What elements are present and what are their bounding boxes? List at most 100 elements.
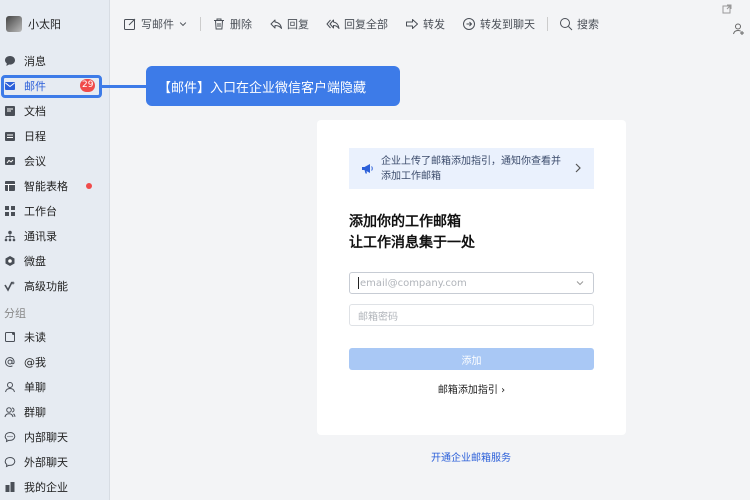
drive-icon	[4, 255, 16, 267]
meeting-icon	[4, 155, 16, 167]
sidebar-item-calendar[interactable]: 日程	[0, 123, 109, 148]
group-item-my-enterprise[interactable]: 我的企业	[0, 474, 109, 499]
mailbox-guide-notice[interactable]: 企业上传了邮箱添加指引，通知你查看并添加工作邮箱	[349, 148, 594, 189]
sidebar-item-contacts[interactable]: 通讯录	[0, 223, 109, 248]
group-item-label: 我的企业	[24, 480, 68, 494]
group-item-label: 外部聊天	[24, 455, 68, 469]
compose-label: 写邮件	[141, 18, 174, 31]
group-item-unread[interactable]: 未读	[0, 324, 109, 349]
unread-icon	[4, 331, 16, 343]
sidebar-item-label: 智能表格	[24, 179, 68, 193]
toolbar-divider	[200, 17, 201, 31]
card-title-line1: 添加你的工作邮箱	[349, 214, 461, 230]
group-item-label: 未读	[24, 330, 46, 344]
card-title-line2: 让工作消息集于一处	[349, 235, 475, 251]
password-placeholder: 邮箱密码	[358, 311, 398, 323]
sidebar-item-advanced[interactable]: 高级功能	[0, 273, 109, 298]
callout-text: 【邮件】入口在企业微信客户端隐藏	[158, 80, 367, 96]
text-caret	[358, 277, 359, 289]
open-enterprise-mail-link[interactable]: 开通企业邮箱服务	[316, 449, 626, 464]
profile[interactable]: 小太阳	[0, 0, 109, 48]
chevron-right-icon	[575, 163, 581, 173]
card-title: 添加你的工作邮箱 让工作消息集于一处	[349, 212, 475, 254]
mailbox-guide-link[interactable]: 邮箱添加指引 ›	[317, 381, 626, 396]
document-icon	[4, 105, 16, 117]
group-item-external-chat[interactable]: 外部聊天	[0, 449, 109, 474]
sidebar-item-label: 邮件	[24, 79, 46, 93]
sidebar: 小太阳 消息 邮件 29 文档 日程 会议 智能表格 工作台 通讯录 微盘 高级	[0, 0, 110, 500]
password-field[interactable]: 邮箱密码	[349, 304, 594, 326]
sidebar-item-label: 消息	[24, 54, 46, 68]
reply-button[interactable]: 回复	[269, 16, 309, 32]
group-item-single-chat[interactable]: 单聊	[0, 374, 109, 399]
megaphone-icon	[362, 164, 373, 174]
workbench-grid-icon	[4, 205, 16, 217]
reply-all-label: 回复全部	[344, 18, 388, 31]
chevron-down-icon[interactable]	[575, 278, 585, 288]
compose-icon	[124, 18, 136, 30]
sidebar-item-workbench[interactable]: 工作台	[0, 198, 109, 223]
at-icon	[4, 356, 16, 368]
mail-icon	[4, 80, 16, 92]
chat-forward-icon	[463, 18, 475, 30]
calendar-icon	[4, 130, 16, 142]
email-placeholder: email@company.com	[360, 277, 467, 289]
sidebar-item-mail[interactable]: 邮件 29	[0, 73, 109, 98]
sidebar-item-label: 文档	[24, 104, 46, 118]
chevron-down-icon[interactable]	[178, 19, 188, 29]
forward-arrow-icon	[406, 19, 418, 29]
group-item-label: @我	[24, 355, 46, 369]
sidebar-item-label: 高级功能	[24, 279, 68, 293]
group-section-label: 分组	[4, 307, 26, 320]
callout-banner: 【邮件】入口在企业微信客户端隐藏	[146, 66, 400, 106]
unread-badge: 29	[80, 79, 96, 92]
reply-all-button[interactable]: 回复全部	[326, 16, 388, 32]
email-field[interactable]: email@company.com	[349, 272, 594, 294]
reply-all-icon	[326, 19, 340, 29]
search-icon	[560, 18, 573, 31]
group-item-label: 内部聊天	[24, 430, 68, 444]
group-item-group-chat[interactable]: 群聊	[0, 399, 109, 424]
group-item-label: 群聊	[24, 405, 46, 419]
sidebar-item-messages[interactable]: 消息	[0, 48, 109, 73]
notice-text: 企业上传了邮箱添加指引，通知你查看并添加工作邮箱	[381, 155, 561, 182]
mail-toolbar: 写邮件 删除 回复 回复全部 转发 转发到聊天 搜索	[111, 0, 750, 48]
sidebar-item-drive[interactable]: 微盘	[0, 248, 109, 273]
forward-to-chat-label: 转发到聊天	[480, 18, 535, 31]
enterprise-icon	[4, 481, 16, 493]
sidebar-item-label: 会议	[24, 154, 46, 168]
sidebar-item-docs[interactable]: 文档	[0, 98, 109, 123]
sidebar-item-label: 日程	[24, 129, 46, 143]
toolbar-divider	[547, 17, 548, 31]
add-mailbox-button[interactable]: 添加	[349, 348, 594, 370]
advanced-icon	[4, 280, 16, 292]
forward-button[interactable]: 转发	[405, 16, 445, 32]
add-mailbox-label: 添加	[461, 355, 482, 367]
compose-button[interactable]: 写邮件	[123, 16, 188, 32]
notification-dot	[86, 183, 92, 189]
forward-label: 转发	[423, 18, 445, 31]
sidebar-item-label: 工作台	[24, 204, 57, 218]
group-item-internal-chat[interactable]: 内部聊天	[0, 424, 109, 449]
group-item-mentions[interactable]: @我	[0, 349, 109, 374]
sidebar-item-smart-table[interactable]: 智能表格	[0, 173, 109, 198]
external-chat-icon	[4, 456, 16, 468]
contact-card-icon[interactable]	[732, 22, 746, 36]
group-item-label: 单聊	[24, 380, 46, 394]
callout-connector	[102, 85, 147, 88]
delete-label: 删除	[230, 18, 252, 31]
single-chat-icon	[4, 381, 16, 393]
avatar[interactable]	[6, 16, 22, 32]
trash-icon	[214, 18, 224, 30]
smart-table-icon	[4, 180, 16, 192]
contacts-icon	[4, 230, 16, 242]
internal-chat-icon	[4, 431, 16, 443]
add-mailbox-card: 企业上传了邮箱添加指引，通知你查看并添加工作邮箱 添加你的工作邮箱 让工作消息集…	[317, 120, 626, 435]
delete-button[interactable]: 删除	[212, 16, 252, 32]
forward-to-chat-button[interactable]: 转发到聊天	[462, 16, 535, 32]
popout-window-icon[interactable]	[722, 4, 732, 14]
sidebar-item-label: 微盘	[24, 254, 46, 268]
search-label: 搜索	[577, 18, 599, 31]
sidebar-item-meeting[interactable]: 会议	[0, 148, 109, 173]
search-button[interactable]: 搜索	[559, 16, 599, 32]
